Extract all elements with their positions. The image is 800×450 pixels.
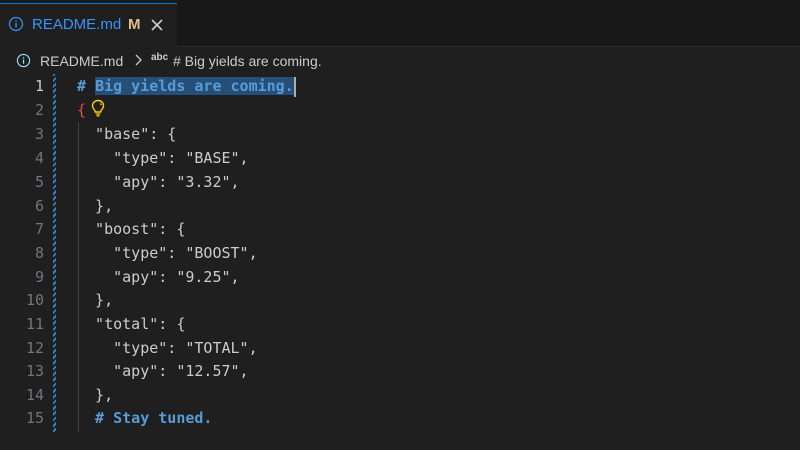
line-number: 6	[34, 197, 44, 215]
line-number: 4	[34, 149, 44, 167]
code-line[interactable]: "type": "BOOST",	[77, 241, 258, 265]
string-symbol-icon: abc	[151, 52, 169, 63]
info-icon	[8, 16, 24, 32]
line-number: 10	[25, 291, 44, 309]
line-number: 9	[34, 268, 44, 286]
breadcrumb-symbol[interactable]: # Big yields are coming.	[173, 53, 322, 69]
code-line-heading[interactable]: # Big yields are coming.	[77, 74, 296, 98]
info-icon	[16, 53, 31, 68]
code-line[interactable]: },	[77, 383, 113, 407]
breadcrumb: README.md abc # Big yields are coming.	[0, 48, 800, 74]
tab-label: README.md	[32, 16, 122, 33]
code-editor[interactable]: 1 2 3 4 5 6 7 8 9 10 11 12 13 14 15 # Bi…	[0, 74, 800, 450]
line-number: 3	[34, 125, 44, 143]
text-cursor	[293, 76, 296, 97]
line-number: 13	[25, 362, 44, 380]
breadcrumb-file[interactable]: README.md	[40, 53, 123, 69]
line-number: 15	[25, 409, 44, 427]
line-number: 8	[34, 244, 44, 262]
code-line[interactable]: "boost": {	[77, 217, 185, 241]
line-number: 7	[34, 220, 44, 238]
code-line[interactable]: },	[77, 194, 113, 218]
code-line[interactable]: "apy": "9.25",	[77, 265, 239, 289]
code-line[interactable]: "type": "TOTAL",	[77, 336, 258, 360]
code-line[interactable]: "apy": "3.32",	[77, 170, 239, 194]
code-line[interactable]: "type": "BASE",	[77, 146, 248, 170]
line-number: 11	[25, 315, 44, 333]
chevron-right-icon	[135, 54, 142, 66]
code-line[interactable]: },	[77, 288, 113, 312]
code-line[interactable]: "apy": "12.57",	[77, 359, 248, 383]
code-line[interactable]: "total": {	[77, 312, 185, 336]
lightbulb-icon[interactable]	[90, 99, 106, 117]
close-icon[interactable]	[150, 18, 164, 32]
code-line-comment[interactable]: # Stay tuned.	[77, 406, 212, 430]
diff-added-indicator[interactable]	[53, 74, 56, 432]
modified-badge: M	[128, 16, 141, 33]
line-number: 1	[34, 77, 44, 95]
tab-bar: README.md M	[0, 0, 800, 47]
selected-heading-text: Big yields are coming.	[95, 77, 294, 95]
tab-readme[interactable]: README.md M	[0, 3, 177, 47]
code-line[interactable]: {	[77, 98, 86, 122]
line-number: 5	[34, 173, 44, 191]
line-number: 2	[34, 101, 44, 119]
line-number: 14	[25, 386, 44, 404]
heading-hash: #	[77, 77, 87, 95]
line-number: 12	[25, 339, 44, 357]
code-line[interactable]: "base": {	[77, 122, 176, 146]
